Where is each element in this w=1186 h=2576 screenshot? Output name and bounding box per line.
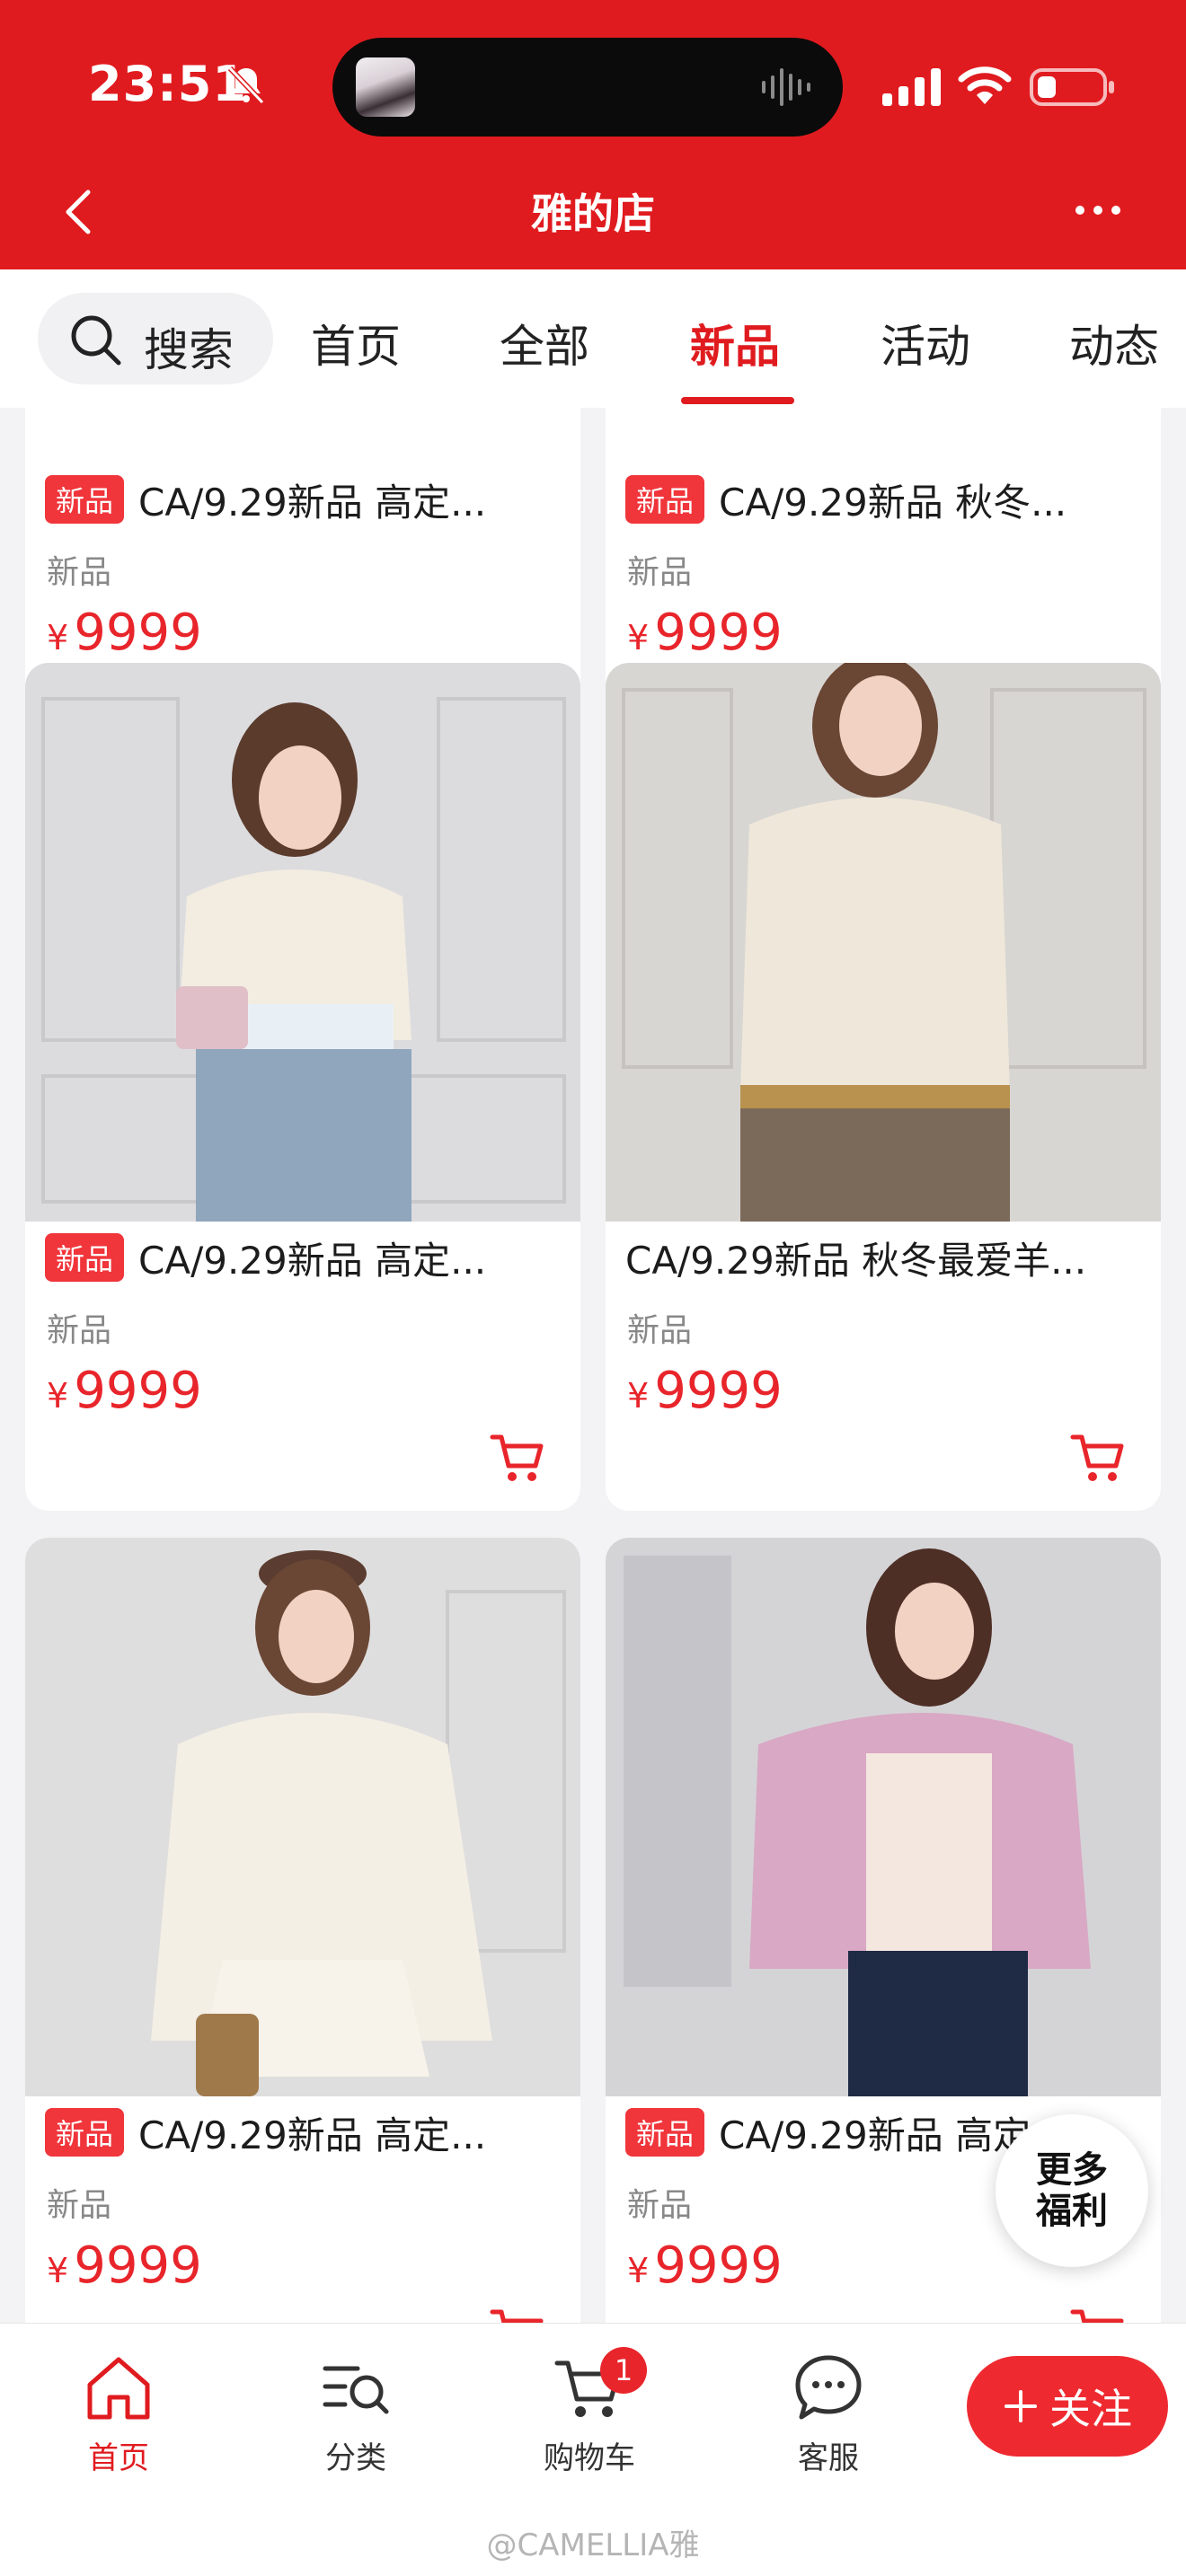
product-title: CA/9.29新品 高定... <box>138 1238 487 1283</box>
price-value: 9999 <box>74 604 202 662</box>
currency-symbol: ¥ <box>627 618 650 657</box>
product-card[interactable]: 新品 CA/9.29新品 高定... 新品 ¥9999 <box>25 1538 580 2323</box>
tab-home[interactable]: 首页 <box>311 311 401 375</box>
product-price: ¥9999 <box>627 2236 783 2295</box>
product-title: CA/9.29新品 高定... <box>138 2113 487 2157</box>
tab-feed[interactable]: 动态 <box>1069 311 1159 375</box>
currency-symbol: ¥ <box>627 2251 650 2290</box>
currency-symbol: ¥ <box>627 1376 650 1416</box>
battery-low-icon <box>1030 68 1114 106</box>
product-price: ¥9999 <box>47 2236 202 2295</box>
product-image[interactable] <box>25 663 580 1222</box>
product-title: CA/9.29新品 高定... <box>138 480 487 525</box>
more-options-icon[interactable] <box>1073 201 1123 219</box>
new-badge: 新品 <box>625 2108 705 2157</box>
product-title: CA/9.29新品 秋冬最爱羊... <box>625 1238 1087 1283</box>
product-tag: 新品 <box>47 2187 112 2224</box>
search-icon <box>71 315 121 366</box>
audio-wave-icon <box>762 68 810 106</box>
product-tag: 新品 <box>627 1312 693 1349</box>
category-search-icon <box>323 2366 389 2414</box>
product-card[interactable]: 新品 CA/9.29新品 高定... 新品 ¥9999 <box>25 663 580 1511</box>
new-badge: 新品 <box>45 2108 125 2157</box>
status-time: 23:51 <box>88 56 247 112</box>
new-badge: 新品 <box>45 1233 125 1282</box>
nav-cart[interactable]: 1 购物车 <box>518 2347 661 2477</box>
bell-muted-icon <box>227 66 265 105</box>
product-tag: 新品 <box>627 2187 693 2224</box>
new-badge: 新品 <box>45 475 125 524</box>
price-value: 9999 <box>74 2236 202 2295</box>
more-benefits-button[interactable]: 更多福利 <box>996 2114 1148 2267</box>
nav-home-label: 首页 <box>88 2440 149 2476</box>
price-value: 9999 <box>654 2236 783 2295</box>
search-button[interactable]: 搜索 <box>38 293 273 384</box>
active-tab-indicator <box>681 397 794 404</box>
price-value: 9999 <box>74 1362 202 1420</box>
follow-button[interactable]: 关注 <box>967 2356 1168 2457</box>
product-image[interactable] <box>606 663 1161 1222</box>
wifi-icon <box>958 66 1012 104</box>
product-price: ¥9999 <box>627 1362 783 1420</box>
new-badge: 新品 <box>625 475 705 524</box>
nav-service[interactable]: 客服 <box>757 2351 900 2477</box>
signal-icon <box>882 68 941 106</box>
add-to-cart-icon[interactable] <box>1069 1432 1127 1486</box>
add-to-cart-icon[interactable] <box>489 2307 546 2323</box>
tab-events[interactable]: 活动 <box>881 311 970 375</box>
product-price: ¥9999 <box>47 604 202 662</box>
product-grid: 新品 CA/9.29新品 高定... 新品 ¥9999 新品 CA/9.29新品… <box>0 408 1186 2323</box>
tab-new[interactable]: 新品 <box>690 311 780 375</box>
search-label: 搜索 <box>144 324 234 376</box>
nav-home[interactable]: 首页 <box>47 2351 190 2477</box>
price-value: 9999 <box>654 1362 783 1420</box>
product-price: ¥9999 <box>47 1362 202 1420</box>
follow-label: 关注 <box>1049 2385 1132 2433</box>
product-tag: 新品 <box>627 554 693 591</box>
add-to-cart-icon[interactable] <box>1069 2307 1127 2323</box>
nav-cart-label: 购物车 <box>544 2440 635 2476</box>
currency-symbol: ¥ <box>47 1376 69 1416</box>
product-image[interactable] <box>25 1538 580 2096</box>
currency-symbol: ¥ <box>47 2251 69 2290</box>
chat-bubble-icon <box>795 2355 862 2420</box>
store-tab-bar: 搜索 首页 全部 新品 活动 动态 <box>0 269 1186 408</box>
app-header: 23:51 雅的店 <box>0 0 1186 269</box>
currency-symbol: ¥ <box>47 618 69 657</box>
product-card[interactable]: CA/9.29新品 秋冬最爱羊... 新品 ¥9999 <box>606 663 1161 1511</box>
dynamic-island <box>332 38 843 137</box>
cart-count-badge: 1 <box>600 2347 647 2394</box>
nav-category[interactable]: 分类 <box>284 2351 428 2477</box>
home-icon <box>87 2357 150 2420</box>
product-title: CA/9.29新品 秋冬... <box>719 480 1067 525</box>
watermark-text: @CAMELLIA雅 <box>486 2527 700 2563</box>
nav-category-label: 分类 <box>325 2440 386 2476</box>
now-playing-thumbnail <box>356 57 415 117</box>
product-price: ¥9999 <box>627 604 783 662</box>
tab-all[interactable]: 全部 <box>500 311 589 375</box>
product-tag: 新品 <box>47 1312 112 1349</box>
more-benefits-label: 更多福利 <box>1036 2149 1108 2232</box>
nav-service-label: 客服 <box>798 2440 859 2476</box>
price-value: 9999 <box>654 604 783 662</box>
product-tag: 新品 <box>47 554 112 591</box>
plus-icon <box>1005 2390 1037 2422</box>
product-image[interactable] <box>606 1538 1161 2096</box>
page-title: 雅的店 <box>531 190 655 238</box>
add-to-cart-icon[interactable] <box>489 1432 546 1486</box>
